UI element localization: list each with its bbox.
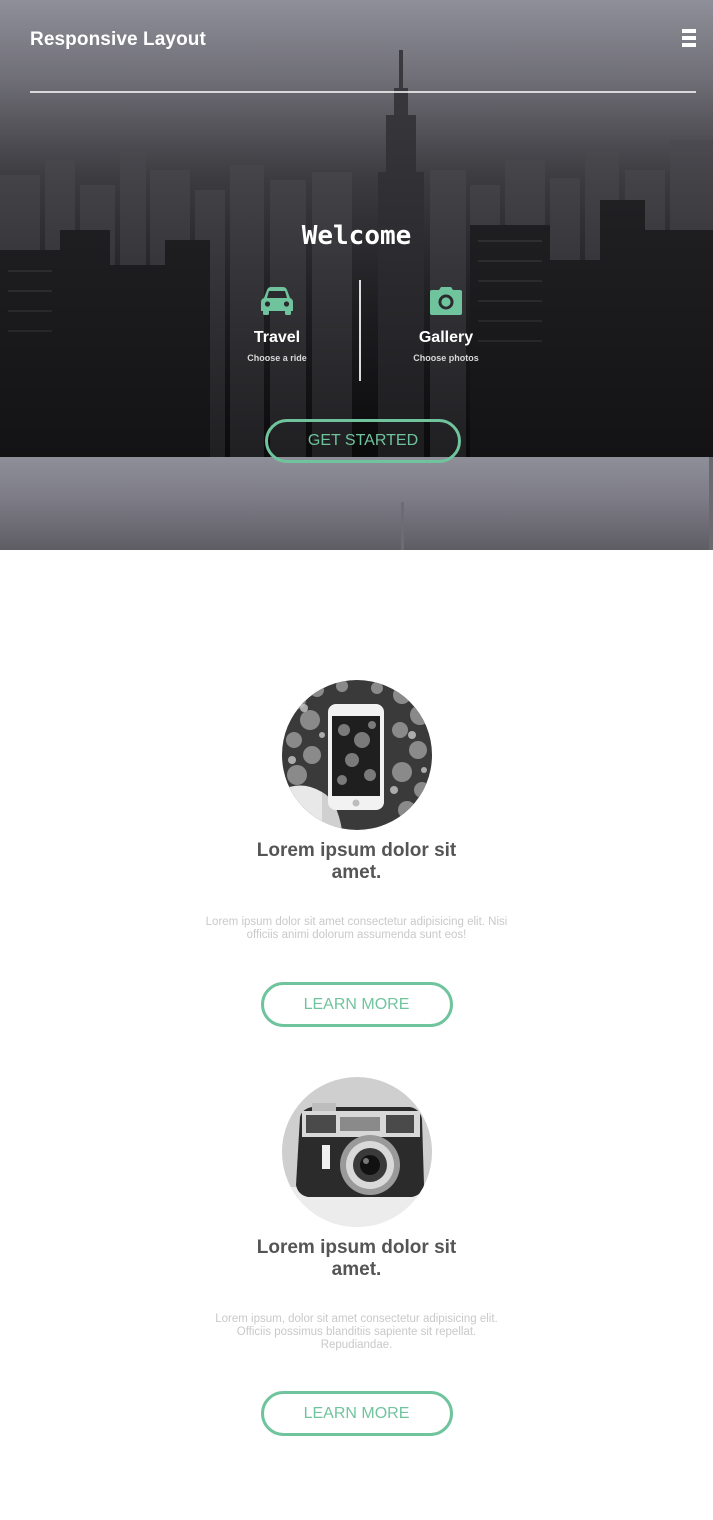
car-icon [261,287,293,315]
hero-section: Responsive Layout Welcome Travel Choose … [0,0,713,550]
skyline-spire-icon [401,457,713,550]
feature-title: Travel [253,329,301,346]
brand-logo[interactable]: Responsive Layout [30,29,206,51]
feature-travel[interactable]: Travel Choose a ride [207,286,347,363]
content-card: Lorem ipsum dolor sit amet. Lorem ipsum … [0,680,713,1027]
vintage-camera-photo [281,1077,432,1227]
card-title: Lorem ipsum dolor sit amet. [256,1237,457,1280]
feature-subtitle: Choose a ride [247,353,307,363]
feature-title: Gallery [418,329,474,346]
feature-gallery[interactable]: Gallery Choose photos [376,286,516,363]
smartphone-photo [281,680,432,830]
camera-icon [430,287,462,315]
welcome-heading: Welcome [301,221,412,251]
hero-background-strip [0,457,713,550]
feature-subtitle: Choose photos [413,353,479,363]
content-card: Lorem ipsum dolor sit amet. Lorem ipsum,… [0,1077,713,1436]
get-started-button[interactable]: GET STARTED [265,419,461,463]
learn-more-button[interactable]: LEARN MORE [260,982,453,1027]
feature-divider [359,280,361,381]
card-text: Lorem ipsum dolor sit amet consectetur a… [205,916,508,941]
card-text: Lorem ipsum, dolor sit amet consectetur … [215,1313,498,1351]
hamburger-menu-icon[interactable] [682,29,696,47]
learn-more-button[interactable]: LEARN MORE [260,1391,453,1436]
header-divider [30,91,696,93]
card-title: Lorem ipsum dolor sit amet. [256,840,457,883]
